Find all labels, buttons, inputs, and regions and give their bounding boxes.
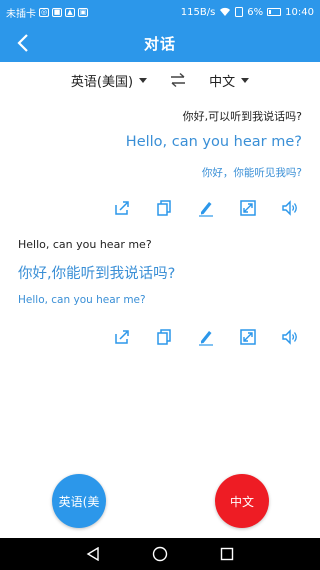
- target-language-select[interactable]: 中文: [209, 71, 250, 90]
- edit-icon: [199, 331, 213, 346]
- copy-icon: [157, 200, 171, 216]
- square-recents-icon: [220, 547, 234, 561]
- share-button[interactable]: [112, 327, 132, 347]
- notification-icon: ◎: [39, 7, 49, 17]
- speaker-icon: [282, 200, 297, 216]
- caret-down-icon: [241, 77, 250, 83]
- speaker-button[interactable]: [280, 198, 300, 218]
- image-icon: ▣: [78, 7, 88, 17]
- mail-icon: ▲: [65, 7, 75, 17]
- message-source-text: Hello, can you hear me?: [18, 238, 152, 251]
- fullscreen-button[interactable]: [238, 198, 258, 218]
- record-english-button[interactable]: 英语(美: [52, 474, 106, 528]
- share-button[interactable]: [112, 198, 132, 218]
- app-icon: ■: [52, 7, 62, 17]
- message-translation: Hello, can you hear me?: [125, 134, 302, 150]
- swap-icon[interactable]: [169, 72, 187, 88]
- copy-button[interactable]: [154, 327, 174, 347]
- target-language-label: 中文: [209, 74, 236, 90]
- triangle-back-icon: [86, 547, 99, 561]
- message-back-translation: 你好，你能听见我吗?: [201, 167, 302, 179]
- share-icon: [115, 330, 129, 344]
- message-actions: [0, 327, 320, 347]
- network-speed: 115B/s: [180, 6, 216, 18]
- message-actions: [0, 198, 320, 218]
- source-language-select[interactable]: 英语(美国): [70, 71, 148, 90]
- language-bar: 英语(美国) 中文: [0, 64, 320, 96]
- status-right: 115B/s 6% 10:40: [181, 7, 314, 18]
- wifi-icon: [220, 7, 231, 17]
- back-button[interactable]: [10, 30, 36, 56]
- speaker-button[interactable]: [280, 327, 300, 347]
- speaker-icon: [282, 329, 297, 345]
- fullscreen-button[interactable]: [238, 327, 258, 347]
- carrier-label: 未插卡: [6, 8, 36, 20]
- battery-percent: 6%: [247, 6, 264, 18]
- message-back-translation: Hello, can you hear me?: [18, 294, 146, 306]
- chevron-left-icon: [17, 34, 28, 52]
- fullscreen-icon: [240, 329, 256, 345]
- battery-icon: [267, 8, 282, 16]
- edit-button[interactable]: [196, 198, 216, 218]
- record-english-label: 英语(美: [58, 494, 100, 509]
- caret-down-icon: [139, 77, 148, 83]
- share-icon: [115, 201, 129, 215]
- navigation-bar: [0, 538, 320, 570]
- source-language-label: 英语(美国): [70, 74, 134, 90]
- copy-icon: [157, 329, 171, 345]
- circle-home-icon: [152, 546, 168, 562]
- copy-button[interactable]: [154, 198, 174, 218]
- nav-home-button[interactable]: [152, 546, 168, 562]
- message-source-text: 你好,可以听到我说话吗?: [182, 110, 302, 123]
- app-header: 对话: [0, 24, 320, 62]
- page-title: 对话: [143, 34, 176, 53]
- record-chinese-label: 中文: [229, 494, 254, 509]
- edit-icon: [199, 202, 213, 217]
- edit-button[interactable]: [196, 327, 216, 347]
- status-bar: 未插卡 ◎ ■ ▲ ▣ 115B/s 6% 10:40: [0, 0, 320, 24]
- status-left: 未插卡 ◎ ■ ▲ ▣: [6, 5, 88, 20]
- sim-icon: [235, 7, 244, 17]
- record-chinese-button[interactable]: 中文: [215, 474, 269, 528]
- nav-recents-button[interactable]: [220, 547, 234, 561]
- clock: 10:40: [285, 6, 314, 18]
- fullscreen-icon: [240, 200, 256, 216]
- message-translation: 你好,你能听到我说话吗?: [18, 266, 176, 282]
- nav-back-button[interactable]: [86, 547, 100, 561]
